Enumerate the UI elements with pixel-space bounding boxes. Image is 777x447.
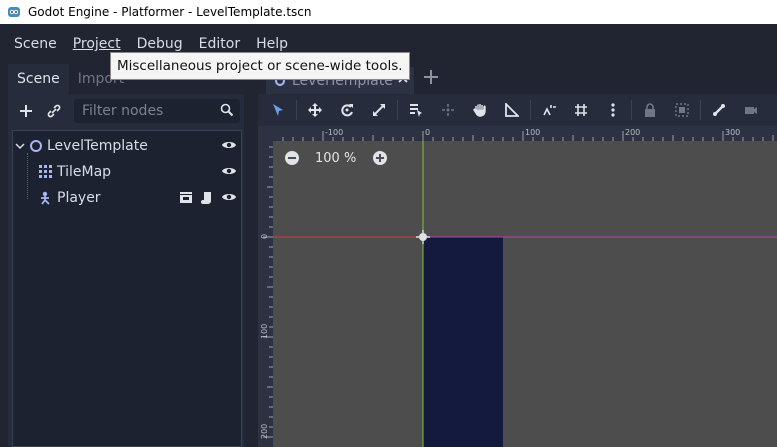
- script-icon[interactable]: [201, 191, 213, 205]
- visibility-eye-icon[interactable]: [221, 164, 237, 178]
- zoom-out-icon[interactable]: [284, 150, 300, 166]
- godot-logo-icon: [8, 7, 20, 17]
- kinematic-body-icon: [41, 191, 50, 205]
- canvas-drawing: [258, 141, 777, 447]
- tree-node-tilemap[interactable]: TileMap: [39, 159, 243, 185]
- instance-scene-link-icon[interactable]: [40, 97, 68, 125]
- window-title-bar: Godot Engine - Platformer - LevelTemplat…: [0, 0, 777, 24]
- ruler-tick-label: 100: [260, 324, 269, 339]
- ruler-tick-label: -100: [325, 128, 343, 137]
- toolbar-separator: [397, 100, 398, 120]
- node2d-icon: [30, 140, 42, 152]
- chevron-down-icon[interactable]: [15, 141, 25, 151]
- node-label: Player: [57, 190, 101, 206]
- list-select-icon[interactable]: [400, 96, 432, 124]
- snap-options-menu-icon[interactable]: [597, 96, 629, 124]
- zoom-level[interactable]: 100 %: [315, 151, 356, 166]
- tree-node-leveltemplate[interactable]: LevelTemplate: [15, 133, 243, 159]
- tree-node-player[interactable]: Player: [39, 185, 243, 211]
- select-mode-icon[interactable]: [262, 96, 294, 124]
- scene-dock-toolbar: [8, 96, 244, 126]
- tilemap-icon: [39, 165, 52, 178]
- grid-snap-icon[interactable]: [565, 96, 597, 124]
- ruler-tick-label: 300: [725, 128, 740, 137]
- canvas-toolbar: [258, 94, 777, 126]
- skeleton-bone-icon[interactable]: [703, 96, 735, 124]
- open-scene-clapperboard-icon[interactable]: [179, 191, 193, 203]
- filter-nodes-field[interactable]: [74, 99, 240, 123]
- ruler-horizontal[interactable]: -100 0 100 200 300: [258, 126, 777, 141]
- ruler-tick-label: 100: [525, 128, 540, 137]
- ruler-tick-label: 200: [625, 128, 640, 137]
- tile-block: [423, 237, 503, 447]
- node-label: LevelTemplate: [47, 138, 148, 154]
- ruler-mode-icon[interactable]: [496, 96, 528, 124]
- ruler-tick-label: 0: [425, 128, 430, 137]
- group-icon[interactable]: [666, 96, 698, 124]
- lock-icon[interactable]: [634, 96, 666, 124]
- smart-snap-icon[interactable]: [533, 96, 565, 124]
- canvas-viewport[interactable]: -100 0 100 200 300 0 100 200 100 %: [258, 126, 777, 447]
- zoom-in-icon[interactable]: [372, 150, 388, 166]
- search-icon: [220, 103, 234, 117]
- move-mode-icon[interactable]: [299, 96, 331, 124]
- pan-mode-icon[interactable]: [464, 96, 496, 124]
- ruler-tick-label: 200: [260, 424, 269, 439]
- tab-scene[interactable]: Scene: [8, 64, 69, 94]
- toolbar-separator: [530, 100, 531, 120]
- visibility-eye-icon[interactable]: [221, 138, 237, 152]
- add-scene-tab-icon[interactable]: [422, 68, 440, 86]
- menu-tooltip: Miscellaneous project or scene-wide tool…: [110, 52, 410, 80]
- ruler-tick-label: 0: [260, 234, 269, 239]
- tree-guide-line: [27, 153, 28, 199]
- filter-nodes-input[interactable]: [82, 103, 212, 119]
- add-node-icon[interactable]: [12, 97, 40, 125]
- visibility-eye-icon[interactable]: [221, 190, 237, 204]
- window-title: Godot Engine - Platformer - LevelTemplat…: [28, 5, 312, 19]
- pivot-mode-icon[interactable]: [432, 96, 464, 124]
- scale-mode-icon[interactable]: [363, 96, 395, 124]
- menu-scene[interactable]: Scene: [6, 32, 65, 56]
- zoom-controls: 100 %: [284, 150, 388, 166]
- scene-tree: LevelTemplate TileMap Player: [12, 130, 242, 447]
- toolbar-separator: [700, 100, 701, 120]
- rotate-mode-icon[interactable]: [331, 96, 363, 124]
- scene-dock: Scene Import LevelTemplate TileMap: [8, 64, 244, 447]
- toolbar-separator: [296, 100, 297, 120]
- camera-override-icon[interactable]: [735, 96, 767, 124]
- node-label: TileMap: [57, 164, 112, 180]
- ruler-vertical[interactable]: 0 100 200: [258, 126, 273, 447]
- toolbar-separator: [631, 100, 632, 120]
